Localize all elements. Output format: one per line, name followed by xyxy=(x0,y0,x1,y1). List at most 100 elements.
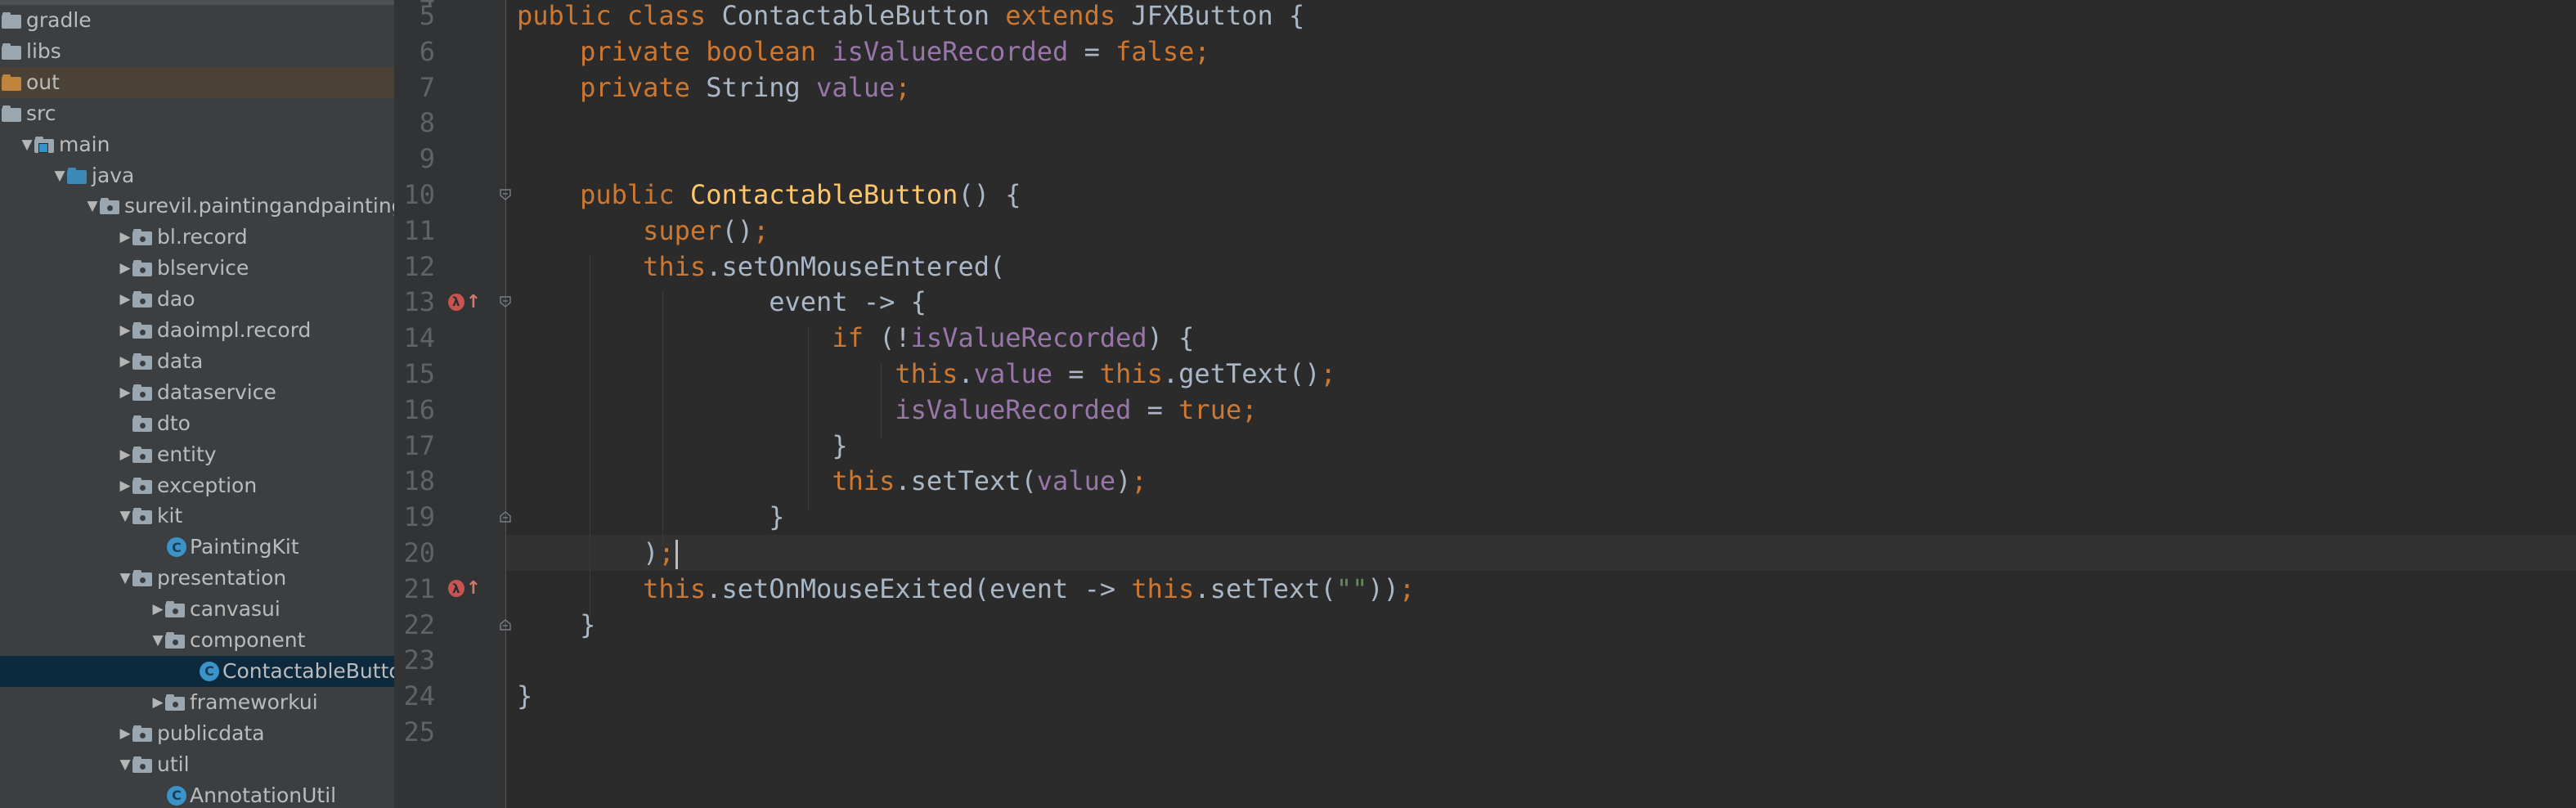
tree-item-contactablebutto[interactable]: C ContactableButto xyxy=(0,655,394,687)
lambda-override-icon[interactable]: λ ↑ xyxy=(448,577,481,601)
code-line[interactable]: public ContactableButton() { xyxy=(517,177,1021,213)
code-line[interactable]: } xyxy=(517,678,532,714)
line-number: 13 xyxy=(403,286,435,318)
caret-row-highlight xyxy=(506,535,2576,571)
code-token: ) xyxy=(1115,465,1132,497)
expanded-arrow-icon[interactable]: ▼ xyxy=(51,167,69,185)
collapsed-arrow-icon[interactable]: ▶ xyxy=(116,446,134,464)
tree-item-exception[interactable]: ▶ exception xyxy=(0,470,394,501)
code-token: } xyxy=(517,608,596,640)
code-line[interactable]: public class ContactableButton extends J… xyxy=(517,0,1304,34)
collapsed-arrow-icon[interactable]: ▶ xyxy=(116,384,134,402)
line-number: 12 xyxy=(403,250,435,282)
code-line[interactable]: if (!isValueRecorded) { xyxy=(517,320,1194,356)
tree-item-label: surevil.paintingandpainting xyxy=(124,194,394,218)
line-number: 9 xyxy=(419,143,435,175)
code-line[interactable]: } xyxy=(517,428,847,464)
tree-item-out[interactable]: ▶out xyxy=(0,66,394,98)
tree-item-kit[interactable]: ▼ kit xyxy=(0,501,394,532)
tree-item-dto[interactable]: dto xyxy=(0,408,394,439)
tree-item-dao[interactable]: ▶ dao xyxy=(0,284,394,315)
tree-item-libs[interactable]: ▶libs xyxy=(0,36,394,67)
code-line[interactable]: this.setOnMouseExited(event -> this.setT… xyxy=(517,571,1415,607)
code-line[interactable]: isValueRecorded = true; xyxy=(517,392,1257,428)
code-line[interactable]: this.setOnMouseEntered( xyxy=(517,249,1005,285)
line-number: 21 xyxy=(403,572,435,604)
collapsed-arrow-icon[interactable]: ▶ xyxy=(116,228,134,246)
code-line[interactable]: } xyxy=(517,499,784,535)
tree-item-presentation[interactable]: ▼ presentation xyxy=(0,563,394,594)
collapsed-arrow-icon[interactable]: ▶ xyxy=(116,321,134,339)
line-number: 23 xyxy=(403,644,435,676)
tree-item-label: out xyxy=(26,70,60,94)
tree-item-canvasui[interactable]: ▶ canvasui xyxy=(0,594,394,625)
tree-item-entity[interactable]: ▶ entity xyxy=(0,439,394,470)
collapsed-arrow-icon[interactable]: ▶ xyxy=(149,600,167,618)
expanded-arrow-icon[interactable]: ▼ xyxy=(116,756,134,774)
fold-end-icon[interactable] xyxy=(497,509,514,525)
code-line[interactable]: this.setText(value); xyxy=(517,463,1147,499)
code-line[interactable]: private boolean isValueRecorded = false; xyxy=(517,34,1210,70)
tree-item-label: canvasui xyxy=(190,597,280,622)
expanded-arrow-icon[interactable]: ▼ xyxy=(18,136,36,154)
tree-item-bl-record[interactable]: ▶ bl.record xyxy=(0,222,394,253)
code-line[interactable]: this.value = this.getText(); xyxy=(517,356,1335,392)
package-icon xyxy=(132,229,152,246)
package-icon xyxy=(165,632,185,649)
code-token: "" xyxy=(1335,572,1368,604)
tree-item-gradle[interactable]: ▶gradle xyxy=(0,5,394,36)
collapsed-arrow-icon[interactable]: ▶ xyxy=(149,694,167,711)
code-line[interactable]: } xyxy=(517,607,595,643)
excluded-folder-icon xyxy=(2,74,21,91)
lambda-override-icon[interactable]: λ ↑ xyxy=(448,290,481,314)
code-token: this xyxy=(517,358,958,389)
code-token: value xyxy=(973,358,1053,389)
line-number: 22 xyxy=(403,608,435,640)
tree-item-publicdata[interactable]: ▶ publicdata xyxy=(0,718,394,749)
tree-item-label: blservice xyxy=(157,256,249,281)
collapsed-arrow-icon[interactable]: ▶ xyxy=(116,725,134,743)
package-icon xyxy=(132,446,152,463)
expanded-arrow-icon[interactable]: ▼ xyxy=(116,569,134,587)
tree-item-paintingkit[interactable]: C PaintingKit xyxy=(0,532,394,563)
tree-item-java[interactable]: ▼ java xyxy=(0,160,394,191)
line-number: 24 xyxy=(403,680,435,712)
code-line[interactable]: super(); xyxy=(517,213,769,249)
fold-start-icon[interactable] xyxy=(497,294,514,310)
tree-item-label: AnnotationUtil xyxy=(190,783,337,807)
package-icon xyxy=(132,477,152,494)
tree-item-daoimpl-record[interactable]: ▶ daoimpl.record xyxy=(0,315,394,346)
code-line[interactable]: event -> { xyxy=(517,284,927,320)
code-line[interactable]: private String value; xyxy=(517,70,911,105)
expanded-arrow-icon[interactable]: ▼ xyxy=(83,197,101,215)
lambda-badge: λ xyxy=(448,293,464,311)
project-tree-panel[interactable]: ▶gradle▶libs▶out▼src▼main▼java▼surevil.p… xyxy=(0,0,394,808)
tree-item-data[interactable]: ▶ data xyxy=(0,346,394,377)
tree-item-main[interactable]: ▼ main xyxy=(0,129,394,160)
code-line[interactable]: ); xyxy=(517,535,678,571)
tree-item-util[interactable]: ▼ util xyxy=(0,749,394,780)
collapsed-arrow-icon[interactable]: ▶ xyxy=(116,259,134,277)
tree-item-label: daoimpl.record xyxy=(157,318,312,342)
tree-item-frameworkui[interactable]: ▶ frameworkui xyxy=(0,687,394,718)
tree-item-surevil-paintingandpainting[interactable]: ▼ surevil.paintingandpainting xyxy=(0,191,394,222)
tree-item-src[interactable]: ▼src xyxy=(0,98,394,129)
fold-end-icon[interactable] xyxy=(497,617,514,633)
package-icon xyxy=(132,322,152,339)
expanded-arrow-icon[interactable]: ▼ xyxy=(149,631,167,649)
collapsed-arrow-icon[interactable]: ▶ xyxy=(116,290,134,308)
tree-item-dataservice[interactable]: ▶ dataservice xyxy=(0,377,394,408)
tree-item-blservice[interactable]: ▶ blservice xyxy=(0,253,394,284)
code-token: private xyxy=(517,71,707,103)
expanded-arrow-icon[interactable]: ▼ xyxy=(116,507,134,525)
tree-item-label: libs xyxy=(26,38,61,63)
code-token: super xyxy=(517,214,722,246)
tree-item-component[interactable]: ▼ component xyxy=(0,625,394,656)
tree-item-annotationutil[interactable]: C AnnotationUtil xyxy=(0,780,394,808)
code-token: . xyxy=(958,358,974,389)
fold-start-icon[interactable] xyxy=(497,186,514,203)
collapsed-arrow-icon[interactable]: ▶ xyxy=(116,477,134,495)
line-number: 19 xyxy=(403,501,435,533)
code-token: .setOnMouseEntered( xyxy=(706,250,1006,282)
collapsed-arrow-icon[interactable]: ▶ xyxy=(116,352,134,370)
